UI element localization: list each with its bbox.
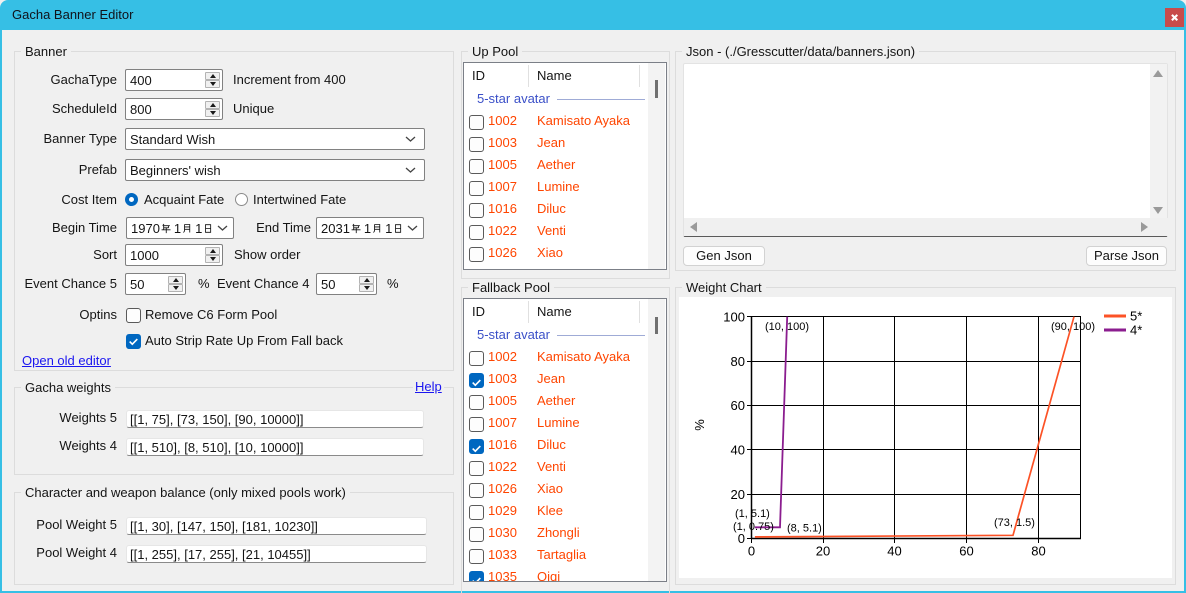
svg-text:60: 60 bbox=[959, 544, 973, 559]
svg-text:80: 80 bbox=[1031, 544, 1045, 559]
svg-text:%: % bbox=[692, 419, 707, 431]
svg-text:0: 0 bbox=[738, 531, 745, 546]
svg-text:(1, 5.1): (1, 5.1) bbox=[735, 508, 770, 520]
svg-text:40: 40 bbox=[887, 544, 901, 559]
svg-text:4*: 4* bbox=[1130, 323, 1142, 338]
svg-text:(1, 0.75): (1, 0.75) bbox=[733, 521, 774, 533]
svg-text:60: 60 bbox=[731, 398, 745, 413]
svg-text:80: 80 bbox=[731, 354, 745, 369]
svg-text:100: 100 bbox=[723, 310, 745, 325]
svg-text:(10, 100): (10, 100) bbox=[765, 321, 809, 333]
svg-text:(8, 5.1): (8, 5.1) bbox=[787, 523, 822, 535]
svg-text:20: 20 bbox=[816, 544, 830, 559]
svg-text:40: 40 bbox=[731, 443, 745, 458]
svg-text:(90, 100): (90, 100) bbox=[1051, 321, 1095, 333]
svg-text:5*: 5* bbox=[1130, 309, 1142, 324]
svg-text:(73, 1.5): (73, 1.5) bbox=[994, 517, 1035, 529]
svg-text:20: 20 bbox=[731, 487, 745, 502]
svg-text:0: 0 bbox=[748, 544, 755, 559]
